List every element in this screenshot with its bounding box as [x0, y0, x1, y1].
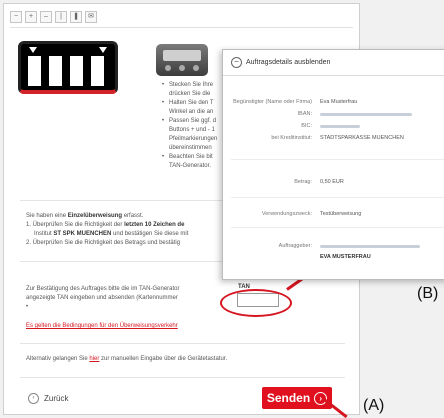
payer-name-row: EVA MUSTERFRAU: [223, 253, 444, 262]
instruction-line: Winkel an die an: [169, 109, 214, 115]
bic-value-masked: [320, 125, 360, 128]
confirm-line: Zur Bestätigung des Auftrages bitte die …: [26, 286, 180, 292]
instruction-item: Beachten Sie bit: [162, 153, 228, 162]
zoom-in-icon[interactable]: +: [25, 11, 37, 23]
flicker-code-graphic: [18, 41, 118, 94]
bic-label: BIC:: [301, 123, 312, 129]
info-step-1-cont: Institut ST SPK MUENCHEN und bestätigen …: [26, 230, 236, 239]
info-intro: Sie haben eine Einzelüberweisung erfasst…: [26, 212, 236, 221]
zoom-out-icon[interactable]: −: [10, 11, 22, 23]
amount-value: 0,50 EUR: [320, 179, 344, 185]
generator-key: [165, 65, 171, 71]
payer-account-masked: [320, 245, 420, 248]
mail-icon[interactable]: ✉: [85, 11, 97, 23]
amount-row: Betrag: 0,50 EUR: [223, 178, 444, 187]
callout-b: (B): [417, 285, 439, 302]
transfer-info: Sie haben eine Einzelüberweisung erfasst…: [26, 212, 236, 248]
purpose-value: Testüberweisung: [320, 211, 362, 217]
callout-a: (A): [363, 397, 385, 414]
flicker-marker-left: [29, 47, 37, 53]
back-label: Zurück: [44, 394, 69, 403]
instruction-item: Halten Sie den T: [162, 99, 228, 108]
confirm-line: angezeigte TAN eingeben und absenden (Ka…: [26, 295, 178, 301]
iban-value-masked: [320, 113, 412, 116]
instruction-line: Pfeilmarkierungen: [169, 136, 218, 142]
flicker-bar: [91, 56, 104, 86]
purpose-label: Verwendungszweck:: [261, 211, 312, 217]
institute-value: STADTSPARKASSE MUENCHEN: [320, 135, 404, 141]
recipient-value: Eva Musterfrau: [320, 99, 358, 105]
alt-text: Alternativ gelangen Sie: [26, 356, 90, 362]
manual-entry-link[interactable]: hier: [89, 356, 99, 362]
popup-divider: [223, 75, 444, 76]
info-text: Institut: [34, 231, 54, 237]
amount-label: Betrag:: [294, 179, 312, 185]
flicker-bar: [28, 56, 41, 86]
minus-icon[interactable]: –: [40, 11, 52, 23]
tan-generator-image: [156, 44, 208, 76]
pause-icon[interactable]: ❚: [70, 11, 82, 23]
info-bold: letzten 10 Zeichen de: [124, 222, 185, 228]
instruction-item: Passen Sie ggf. d: [162, 117, 228, 126]
section-divider: [20, 377, 345, 378]
info-text: 1. Überprüfen Sie die Richtigkeit der: [26, 222, 125, 228]
tan-confirm-text: Zur Bestätigung des Auftrages bitte die …: [26, 285, 211, 312]
institute-row: bei Kreditinstitut: STADTSPARKASSE MUENC…: [223, 134, 444, 143]
payer-name: EVA MUSTERFRAU: [320, 254, 371, 260]
generator-key: [179, 65, 185, 71]
instruction-line: TAN-Generator.: [169, 163, 211, 169]
info-bold: ST SPK MUENCHEN: [53, 231, 112, 237]
recipient-label: Begünstigter (Name oder Firma): [233, 99, 312, 105]
tan-highlight-ring: [220, 289, 292, 317]
hide-details-toggle[interactable]: − Auftragsdetails ausblenden: [231, 57, 330, 68]
collapse-icon: −: [231, 57, 242, 68]
send-button[interactable]: Senden ›: [262, 387, 332, 409]
confirm-line: •: [26, 304, 29, 310]
popup-divider: [231, 227, 444, 228]
info-bold: Einzelüberweisung: [67, 213, 123, 219]
alt-text: zur manuellen Eingabe über die Gerätetas…: [99, 356, 228, 362]
info-text: Sie haben eine: [26, 213, 68, 219]
manual-entry-text: Alternativ gelangen Sie hier zur manuell…: [26, 356, 227, 362]
bar-icon[interactable]: |: [55, 11, 67, 23]
popup-title: Auftragsdetails ausblenden: [246, 59, 331, 66]
institute-label: bei Kreditinstitut:: [271, 135, 312, 141]
generator-instructions: Stecken Sie Ihre drücken Sie die Halten …: [162, 81, 228, 171]
toolbar: − + – | ❚ ✉: [10, 11, 97, 23]
recipient-row: Begünstigter (Name oder Firma) Eva Muste…: [223, 98, 444, 107]
info-text: erfasst.: [122, 213, 144, 219]
popup-divider: [231, 159, 444, 160]
iban-row: IBAN:: [223, 110, 444, 119]
section-divider: [20, 343, 345, 344]
order-details-popup: − Auftragsdetails ausblenden Begünstigte…: [222, 49, 444, 280]
conditions-link[interactable]: Es gelten die Bedingungen für den Überwe…: [26, 323, 178, 329]
payer-label: Auftraggeber:: [278, 243, 312, 249]
popup-divider: [231, 197, 444, 198]
flicker-bar: [70, 56, 83, 86]
flicker-marker-right: [99, 47, 107, 53]
flicker-bar: [49, 56, 62, 86]
generator-key: [193, 65, 199, 71]
info-text: und bestätigen Sie diese mit: [111, 231, 189, 237]
payer-row: Auftraggeber:: [223, 242, 444, 251]
toolbar-divider: [10, 27, 353, 28]
send-label: Senden: [266, 391, 311, 405]
instruction-line: Buttons + und - 1: [169, 127, 215, 133]
bic-row: BIC:: [223, 122, 444, 131]
purpose-row: Verwendungszweck: Testüberweisung: [223, 210, 444, 219]
info-step-2: 2. Überprüfen Sie die Richtigkeit des Be…: [26, 240, 181, 246]
back-button[interactable]: ‹ Zurück: [28, 393, 68, 404]
generator-screen: [163, 50, 201, 61]
instruction-line: übereinstimmen: [169, 145, 212, 151]
info-step-1: 1. Überprüfen Sie die Richtigkeit der le…: [26, 221, 236, 230]
chevron-left-icon: ‹: [28, 393, 39, 404]
iban-label: IBAN:: [297, 111, 312, 117]
instruction-line: drücken Sie die: [169, 91, 211, 97]
instruction-item: Stecken Sie Ihre: [162, 81, 228, 90]
